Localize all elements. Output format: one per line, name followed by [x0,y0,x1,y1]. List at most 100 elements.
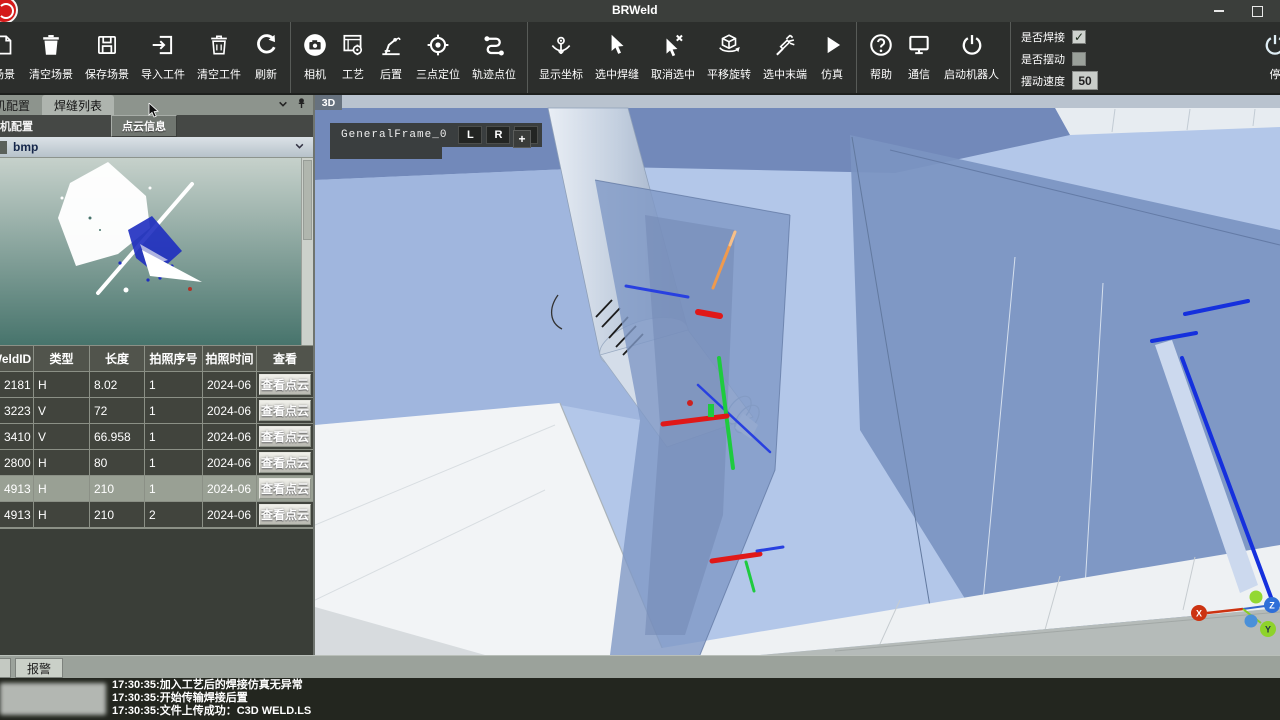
weld-checkbox[interactable]: ✓ [1072,30,1086,44]
log-line: 17:30:35:加入工艺后的焊接仿真无异常 [112,679,311,692]
three-point-button[interactable]: 三点定位 [410,22,466,82]
view-pointcloud-button[interactable]: 查看点云 [259,452,311,473]
log-blurred-region [0,683,106,715]
viewport-top-strip [315,95,1280,108]
table-row[interactable]: 4913 H 210 2 2024-06 查看点云 [0,502,313,528]
subtab-camera-config[interactable]: 机配置 [0,118,33,134]
maximize-button[interactable] [1244,0,1270,22]
refresh-button[interactable]: 刷新 [247,22,285,82]
deselect-button[interactable]: 取消选中 [645,22,701,82]
table-row[interactable]: 2800 H 80 1 2024-06 查看点云 [0,450,313,476]
toolbar-group-view: 显示坐标 选中焊缝 取消选中 平移旋转 [528,22,857,93]
open-scene-icon [0,31,17,59]
log-line: 17:30:35:文件上传成功：C3D WELD.LS [112,705,311,718]
scrollbar-thumb[interactable] [303,160,312,240]
save-scene-button[interactable]: 保存场景 [79,22,135,82]
gizmo-blue-dot[interactable] [1245,615,1258,628]
log-area: 17:30:35:加入工艺后的焊接仿真无异常 17:30:35:开始传输焊接后置… [0,678,1280,720]
bottom-strip [0,655,1280,678]
toolbar-spacer [1098,22,1256,93]
clear-part-button[interactable]: 清空工件 [191,22,247,82]
axis-x-marker [698,312,720,316]
process-icon [340,31,366,59]
format-chevron-down-icon[interactable] [294,138,313,156]
clear-scene-icon [38,31,64,59]
titlebar: BRWeld [0,0,1280,22]
view-pointcloud-button[interactable]: 查看点云 [259,426,311,447]
col-photo-time: 拍照时间 [203,345,257,372]
simulate-button[interactable]: 仿真 [813,22,851,82]
camera-button[interactable]: 相机 [296,22,334,82]
format-select-value: bmp [13,140,38,154]
frame-right-button[interactable]: R [486,126,510,144]
frame-title: GeneralFrame_0 [334,129,454,141]
gizmo-y-label: Y [1265,625,1271,635]
trajectory-icon [481,31,507,59]
minimize-button[interactable] [1206,0,1232,22]
main-toolbar: 场景 清空场景 保存场景 导入工件 [0,22,1280,95]
comm-button[interactable]: 通信 [900,22,938,82]
help-button[interactable]: 帮助 [862,22,900,82]
table-row[interactable]: 3410 V 66.958 1 2024-06 查看点云 [0,424,313,450]
process-button[interactable]: 工艺 [334,22,372,82]
clear-scene-button[interactable]: 清空场景 [23,22,79,82]
show-coords-button[interactable]: 显示坐标 [533,22,589,82]
panel-chevron-down-icon[interactable] [278,96,288,114]
view-pointcloud-button[interactable]: 查看点云 [259,374,311,395]
open-scene-button[interactable]: 场景 [0,22,23,82]
select-end-icon [772,31,798,59]
table-row[interactable]: 2181 H 8.02 1 2024-06 查看点云 [0,372,313,398]
left-panel-tabs: 机配置 焊缝列表 [0,95,313,115]
speed-option-label: 摆动速度 [1021,73,1065,89]
col-photo-seq: 拍照序号 [145,345,203,372]
postprocess-button[interactable]: 后置 [372,22,410,82]
viewport-3d[interactable]: 3D [315,95,1280,655]
clear-part-icon [206,31,232,59]
frame-add-button-2[interactable]: + [513,130,531,148]
left-panel: 机配置 焊缝列表 机配置 点云信息 bmp [0,95,315,655]
view-pointcloud-button[interactable]: 查看点云 [259,504,311,525]
pointcloud-preview[interactable] [0,158,301,345]
left-panel-empty-area [0,528,313,655]
brweld-window: BRWeld 场景 清空场景 保存场景 [0,0,1280,720]
table-row-selected[interactable]: 4913 H 210 1 2024-06 查看点云 [0,476,313,502]
gizmo-z-label: Z [1269,601,1275,611]
select-weld-button[interactable]: 选中焊缝 [589,22,645,82]
image-format-row[interactable]: bmp [0,137,313,158]
col-weldid: WeldID [0,352,31,366]
weld-table-header: WeldID 类型 长度 拍照序号 拍照时间 查看 [0,345,313,372]
stop-robot-button[interactable]: 停 [1256,22,1280,93]
viewport-tab-3d[interactable]: 3D [315,95,342,110]
gizmo-x-label: X [1196,609,1202,619]
camera-icon [302,31,328,59]
weave-option-label: 是否摆动 [1021,51,1065,67]
trajectory-button[interactable]: 轨迹点位 [466,22,522,82]
select-weld-icon [604,31,630,59]
log-tab-partial[interactable] [0,658,11,678]
frame-toolbar: GeneralFrame_0 L R + [330,123,542,147]
refresh-icon [253,31,279,59]
help-icon [868,31,894,59]
panel-pin-icon[interactable] [296,96,307,114]
show-coords-icon [548,31,574,59]
select-end-button[interactable]: 选中末端 [757,22,813,82]
table-row[interactable]: 3223 V 72 1 2024-06 查看点云 [0,398,313,424]
view-pointcloud-button[interactable]: 查看点云 [259,400,311,421]
save-scene-icon [94,31,120,59]
frame-toolbar-stub [330,147,442,159]
pointcloud-scrollbar[interactable] [301,158,313,345]
tab-camera-config[interactable]: 机配置 [0,95,42,115]
weld-option-label: 是否焊接 [1021,29,1065,45]
frame-left-button[interactable]: L [458,126,482,144]
start-robot-button[interactable]: 启动机器人 [938,22,1005,82]
weave-speed-input[interactable]: 50 [1072,71,1098,90]
view-pointcloud-button[interactable]: 查看点云 [259,478,311,499]
import-part-button[interactable]: 导入工件 [135,22,191,82]
log-tab-alarm[interactable]: 报警 [15,658,63,678]
gizmo-green-dot[interactable] [1250,591,1263,604]
subtab-pointcloud-info[interactable]: 点云信息 [111,115,177,137]
weave-checkbox[interactable] [1072,52,1086,66]
pan-rotate-button[interactable]: 平移旋转 [701,22,757,82]
tab-weld-list[interactable]: 焊缝列表 [42,95,114,115]
weld-table: WeldID 类型 长度 拍照序号 拍照时间 查看 2181 H 8.02 1 … [0,345,313,528]
